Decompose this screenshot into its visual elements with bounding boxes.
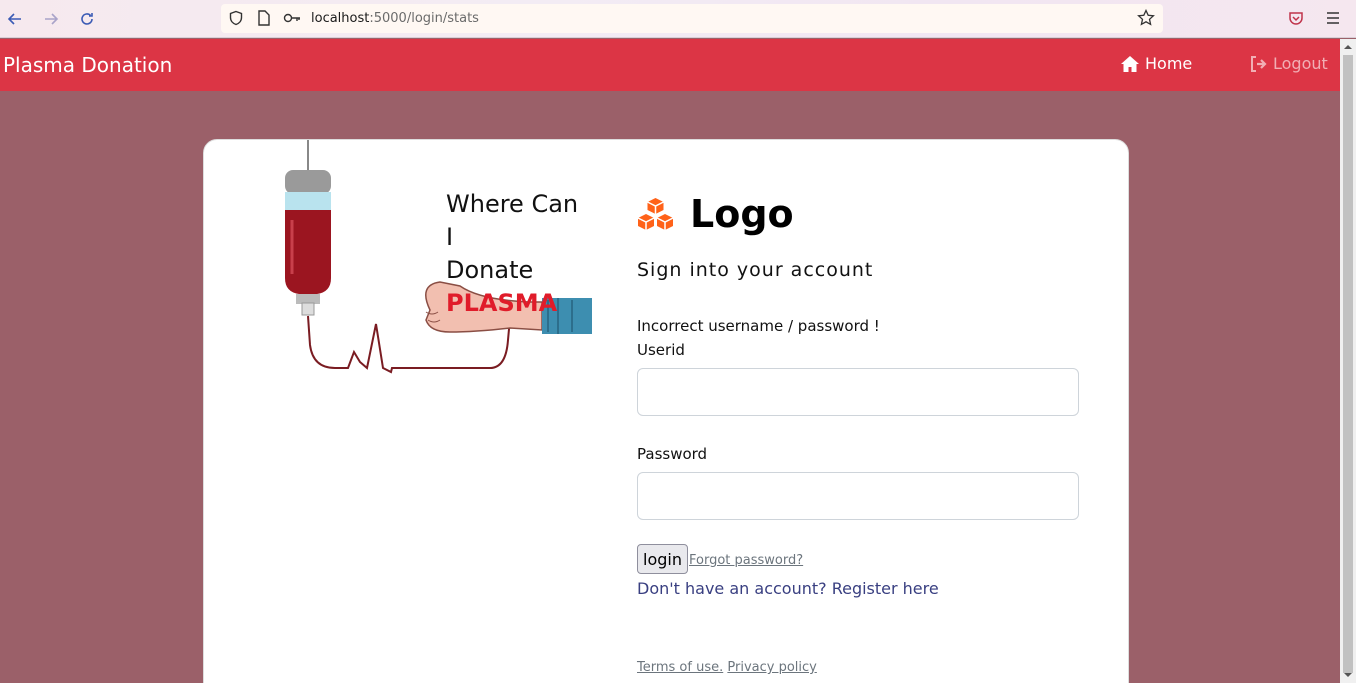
nav-home-label: Home <box>1145 54 1193 73</box>
illustration-line2-prefix: Donate <box>446 256 534 284</box>
login-card: Where Can I Donate PLASMA Logo Sign into… <box>203 139 1129 683</box>
form-subtitle: Sign into your account <box>637 259 874 281</box>
back-icon[interactable] <box>4 8 26 30</box>
key-icon[interactable] <box>283 9 301 27</box>
reload-icon[interactable] <box>76 8 98 30</box>
url-text: localhost:5000/login/stats <box>311 11 479 26</box>
error-message: Incorrect username / password ! <box>637 317 880 335</box>
page-icon[interactable] <box>255 9 273 27</box>
logo-row: Logo <box>637 192 794 236</box>
home-icon <box>1121 55 1139 72</box>
nav-logout-label: Logout <box>1273 54 1328 73</box>
scroll-up-icon[interactable] <box>1344 43 1352 51</box>
illustration-highlight: PLASMA <box>446 289 558 317</box>
address-bar[interactable]: localhost:5000/login/stats <box>221 4 1163 33</box>
login-button[interactable]: login <box>637 544 688 574</box>
nav-logout-link[interactable]: Logout <box>1250 54 1328 73</box>
password-input[interactable] <box>637 472 1079 520</box>
navbar: Plasma Donation Home Logout <box>0 39 1340 91</box>
password-label: Password <box>637 445 708 463</box>
browser-toolbar: localhost:5000/login/stats <box>0 0 1356 38</box>
forgot-password-link[interactable]: Forgot password? <box>689 553 803 568</box>
forward-icon[interactable] <box>40 8 62 30</box>
bookmark-star-icon[interactable] <box>1137 9 1155 27</box>
privacy-link[interactable]: Privacy policy <box>727 660 816 675</box>
illustration-line2: Donate PLASMA <box>446 254 592 320</box>
navbar-brand[interactable]: Plasma Donation <box>3 53 172 77</box>
illustration-headline: Where Can I Donate PLASMA <box>446 188 592 320</box>
scroll-thumb[interactable] <box>1343 55 1353 673</box>
logo-text: Logo <box>690 192 794 236</box>
menu-icon[interactable] <box>1324 9 1342 27</box>
shield-icon[interactable] <box>227 9 245 27</box>
terms-link[interactable]: Terms of use. <box>637 660 723 675</box>
illustration-line1: Where Can I <box>446 190 579 251</box>
pocket-icon[interactable] <box>1287 9 1305 27</box>
userid-input[interactable] <box>637 368 1079 416</box>
logout-icon <box>1251 55 1267 72</box>
nav-home-link[interactable]: Home <box>1120 54 1192 73</box>
plasma-illustration: Where Can I Donate PLASMA <box>280 140 592 380</box>
register-link[interactable]: Don't have an account? Register here <box>637 579 939 598</box>
cubes-icon <box>637 198 674 230</box>
footer-links: Terms of use. Privacy policy <box>637 660 817 675</box>
scroll-down-icon[interactable] <box>1344 671 1352 679</box>
userid-label: Userid <box>637 341 685 359</box>
page-scrollbar[interactable] <box>1340 39 1356 683</box>
